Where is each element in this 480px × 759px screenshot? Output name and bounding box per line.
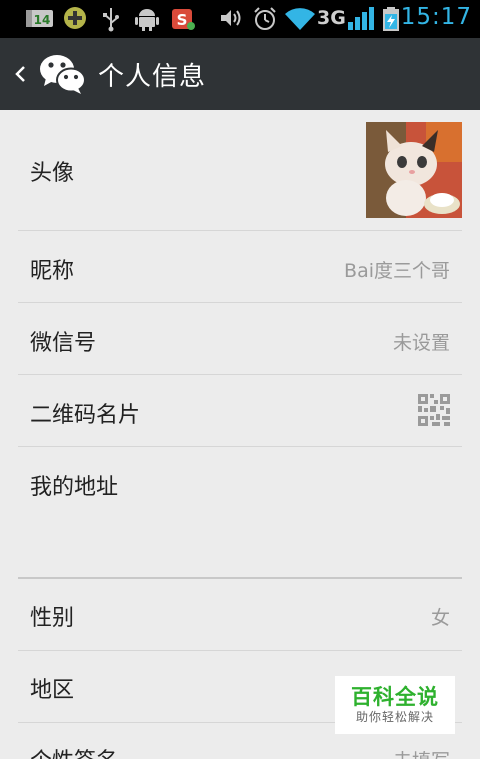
volume-icon [221, 10, 241, 26]
avatar-label: 头像 [30, 161, 75, 186]
usb-icon [103, 8, 119, 32]
nickname-row[interactable]: 昵称 Bai度三个哥 [18, 231, 462, 303]
network-type: 3G [317, 7, 346, 29]
avatar[interactable] [366, 122, 462, 218]
chevron-left-icon[interactable] [12, 62, 28, 86]
android-icon [135, 9, 159, 31]
gender-row[interactable]: 性别 女 [18, 579, 462, 651]
address-row[interactable]: 我的地址 [18, 447, 462, 577]
avatar-image [366, 122, 462, 218]
alarm-icon [254, 7, 276, 30]
status-bar: 14 S 3G 15:17 [0, 0, 480, 38]
nickname-value: Bai度三个哥 [344, 260, 450, 282]
gender-label: 性别 [30, 606, 75, 631]
nickname-label: 昵称 [30, 259, 75, 284]
avatar-row[interactable]: 头像 [18, 110, 462, 231]
wechat-id-label: 微信号 [30, 331, 97, 356]
wechat-icon[interactable] [38, 52, 86, 96]
signature-label: 个性签名 [30, 743, 118, 759]
wechat-id-value: 未设置 [392, 332, 450, 354]
qr-code-row[interactable]: 二维码名片 [18, 375, 462, 447]
badge-icon: 14 [26, 10, 53, 27]
action-bar: 个人信息 [0, 38, 480, 110]
battery-icon [383, 7, 399, 31]
gender-value: 女 [430, 607, 450, 629]
watermark-logo: 百科全说 助你轻松解决 [335, 676, 455, 734]
wechat-id-row[interactable]: 微信号 未设置 [18, 303, 462, 375]
svg-text:14: 14 [34, 13, 51, 27]
page-title: 个人信息 [98, 62, 207, 92]
address-label: 我的地址 [30, 475, 119, 500]
signal-icon [348, 7, 374, 30]
signature-value: 未填写 [393, 746, 450, 759]
watermark-title: 百科全说 [351, 685, 439, 709]
watermark-subtitle: 助你轻松解决 [355, 710, 434, 724]
game-icon [64, 7, 86, 29]
wifi-icon [285, 8, 315, 31]
svg-text:S: S [177, 11, 188, 29]
qr-code-icon [418, 394, 450, 426]
app-icon: S [172, 9, 195, 30]
qr-code-label: 二维码名片 [30, 403, 141, 428]
region-label: 地区 [30, 678, 75, 703]
clock: 15:17 [400, 4, 472, 30]
